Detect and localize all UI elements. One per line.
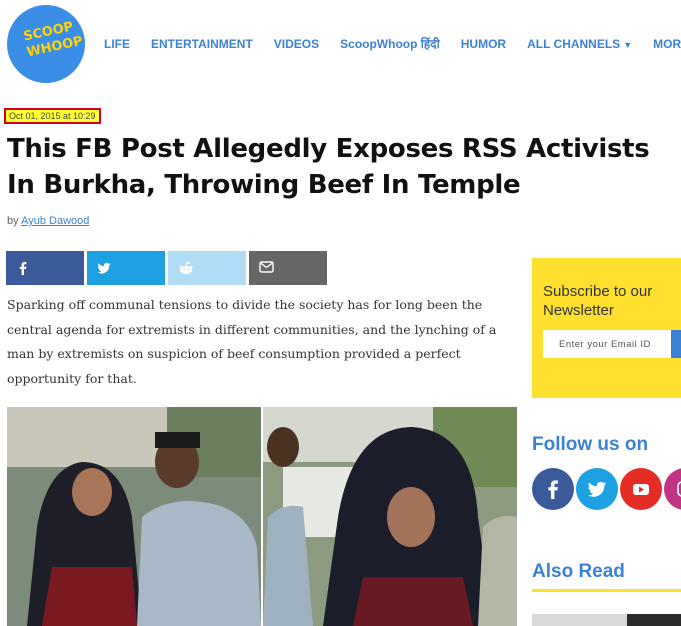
newsletter-submit-button[interactable] bbox=[671, 330, 681, 358]
nav-item-more[interactable]: MORE▼ bbox=[653, 36, 681, 54]
newsletter-title: Subscribe to our Newsletter bbox=[543, 283, 653, 319]
also-read-divider bbox=[532, 589, 681, 592]
nav-item-life[interactable]: LIFE bbox=[104, 36, 130, 54]
author-link[interactable]: Ayub Dawood bbox=[21, 215, 89, 227]
also-read-thumbnail[interactable] bbox=[627, 614, 681, 626]
newsletter-email-input[interactable] bbox=[543, 330, 671, 358]
nav-label: ALL CHANNELS bbox=[527, 37, 621, 51]
share-bar bbox=[6, 251, 330, 285]
chevron-down-icon: ▼ bbox=[623, 40, 633, 50]
instagram-icon bbox=[677, 481, 681, 497]
nav-label: VIDEOS bbox=[273, 37, 320, 51]
also-read-title: Also Read bbox=[532, 561, 625, 582]
article-photo-left bbox=[7, 407, 261, 626]
share-facebook-button[interactable] bbox=[6, 251, 84, 285]
byline: by Ayub Dawood bbox=[7, 215, 89, 227]
follow-twitter-button[interactable] bbox=[576, 468, 618, 510]
nav-item-humor[interactable]: HUMOR bbox=[461, 36, 506, 54]
nav-item-entertainment[interactable]: ENTERTAINMENT bbox=[151, 36, 253, 54]
facebook-icon bbox=[19, 262, 27, 275]
email-icon bbox=[259, 261, 274, 273]
share-email-button[interactable] bbox=[249, 251, 327, 285]
follow-instagram-button[interactable] bbox=[664, 468, 681, 510]
site-header: SCOOP WHOOP LIFE ENTERTAINMENT VIDEOS Sc… bbox=[0, 0, 681, 90]
nav-label: MORE bbox=[653, 37, 681, 51]
twitter-icon bbox=[587, 481, 607, 497]
youtube-icon bbox=[633, 484, 649, 495]
nav-item-all-channels[interactable]: ALL CHANNELS ▼ bbox=[527, 36, 632, 54]
reddit-icon bbox=[179, 261, 193, 274]
facebook-icon bbox=[548, 480, 558, 499]
nav-label: ScoopWhoop हिंदी bbox=[340, 37, 440, 51]
follow-us-title: Follow us on bbox=[532, 434, 649, 455]
nav-label: LIFE bbox=[104, 37, 130, 51]
nav-label: HUMOR bbox=[460, 37, 507, 51]
article-date: Oct 01, 2015 at 10:29 bbox=[4, 108, 101, 124]
nav-item-videos[interactable]: VIDEOS bbox=[274, 36, 319, 54]
newsletter-box: Subscribe to our Newsletter bbox=[532, 258, 681, 398]
scoopwhoop-logo[interactable]: SCOOP WHOOP bbox=[7, 5, 85, 83]
article-title: This FB Post Allegedly Exposes RSS Activ… bbox=[7, 134, 650, 200]
follow-youtube-button[interactable] bbox=[620, 468, 662, 510]
logo-text: SCOOP WHOOP bbox=[22, 19, 85, 61]
main-nav: LIFE ENTERTAINMENT VIDEOS ScoopWhoop हिं… bbox=[104, 36, 681, 54]
byline-prefix: by bbox=[7, 215, 19, 227]
social-links bbox=[532, 468, 681, 510]
share-reddit-button[interactable] bbox=[168, 251, 246, 285]
follow-facebook-button[interactable] bbox=[532, 468, 574, 510]
twitter-icon bbox=[97, 262, 111, 274]
nav-label: ENTERTAINMENT bbox=[151, 37, 253, 51]
nav-item-hindi[interactable]: ScoopWhoop हिंदी bbox=[340, 36, 440, 54]
article-body: Sparking off communal tensions to divide… bbox=[7, 297, 497, 386]
share-twitter-button[interactable] bbox=[87, 251, 165, 285]
article-photo-right bbox=[263, 407, 517, 626]
